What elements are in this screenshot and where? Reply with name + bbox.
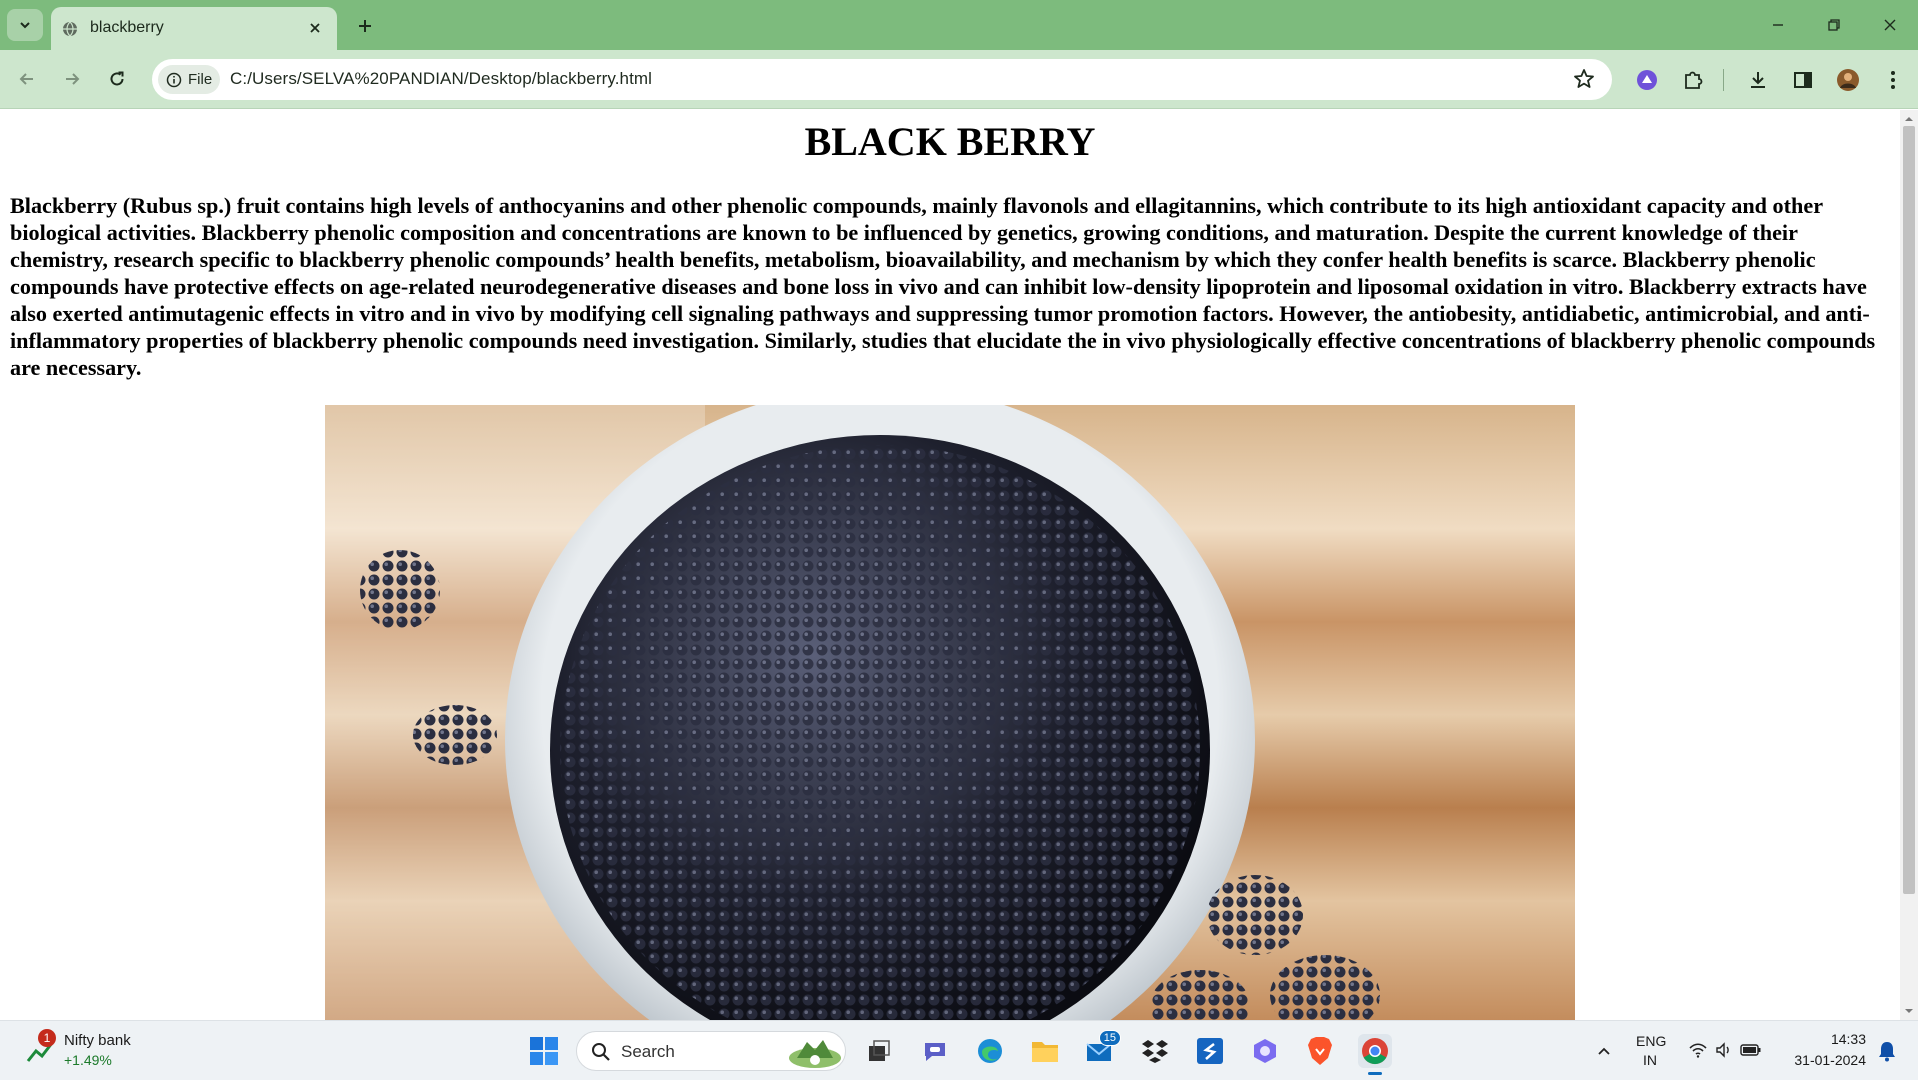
notifications-button[interactable] <box>1872 1034 1902 1068</box>
battery-icon <box>1740 1044 1761 1056</box>
page-viewport: BLACK BERRY Blackberry (Rubus sp.) fruit… <box>0 110 1900 1020</box>
clock-time: 14:33 <box>1830 1031 1866 1047</box>
side-panel-button[interactable] <box>1789 66 1817 94</box>
site-info-chip[interactable]: File <box>158 65 220 94</box>
reload-icon <box>110 71 124 86</box>
close-icon <box>1884 19 1896 31</box>
scroll-down-arrow-icon[interactable] <box>1904 1006 1914 1016</box>
extensions-button[interactable] <box>1679 66 1707 94</box>
copilot-button[interactable] <box>1248 1034 1282 1068</box>
brave-lion-icon <box>1308 1037 1332 1065</box>
plus-icon <box>359 20 371 32</box>
scrollbar-thumb[interactable] <box>1903 126 1915 894</box>
windows-logo-icon <box>530 1037 558 1065</box>
browser-menu-button[interactable] <box>1879 66 1907 94</box>
search-label: Search <box>621 1042 675 1061</box>
stock-widget[interactable]: 1 Nifty bank +1.49% <box>24 1029 184 1071</box>
brave-button[interactable] <box>1303 1034 1337 1068</box>
reload-button[interactable] <box>102 64 132 94</box>
wifi-icon <box>1689 1043 1707 1058</box>
profile-avatar-button[interactable] <box>1834 66 1862 94</box>
arrow-left-icon <box>19 73 33 85</box>
puzzle-icon <box>1685 71 1703 89</box>
file-explorer-button[interactable] <box>1028 1034 1062 1068</box>
language-indicator[interactable]: ENG IN <box>1628 1031 1676 1071</box>
forward-button[interactable] <box>57 64 87 94</box>
restore-icon <box>1828 19 1840 31</box>
restore-button[interactable] <box>1814 8 1854 42</box>
clock-date: 31-01-2024 <box>1794 1052 1866 1068</box>
teams-chat-button[interactable] <box>918 1034 952 1068</box>
mail-button[interactable]: 15 <box>1083 1030 1121 1068</box>
tab-close-button[interactable] <box>303 16 327 40</box>
arrow-right-icon <box>66 73 80 85</box>
address-bar[interactable]: File C:/Users/SELVA%20PANDIAN/Desktop/bl… <box>152 59 1612 100</box>
folder-icon <box>1032 1042 1058 1062</box>
s-app-icon <box>1197 1038 1223 1064</box>
bookmark-star-icon[interactable] <box>1572 67 1596 91</box>
extension-icon-button[interactable] <box>1633 66 1661 94</box>
chrome-icon <box>1362 1038 1388 1065</box>
widget-title: Nifty bank <box>64 1032 131 1049</box>
tab-search-button[interactable] <box>7 9 43 41</box>
copilot-icon <box>1254 1039 1276 1063</box>
windows-taskbar: 1 Nifty bank +1.49% Search 15 ENG IN 14:… <box>0 1020 1918 1080</box>
widget-value: +1.49% <box>64 1052 112 1068</box>
edge-button[interactable] <box>973 1034 1007 1068</box>
chevron-up-icon <box>1598 1047 1610 1055</box>
toolbar-separator <box>1723 69 1724 91</box>
app-s-button[interactable] <box>1193 1034 1227 1068</box>
back-button[interactable] <box>12 64 42 94</box>
system-tray-status[interactable] <box>1688 1039 1768 1063</box>
chevron-down-icon <box>20 22 30 29</box>
clock[interactable]: 14:33 31-01-2024 <box>1778 1029 1872 1073</box>
scroll-up-arrow-icon[interactable] <box>1904 114 1914 124</box>
start-button[interactable] <box>527 1034 561 1068</box>
taskbar-search-box[interactable]: Search <box>576 1031 846 1071</box>
browser-tabstrip: blackberry <box>0 0 1918 50</box>
side-panel-icon <box>1794 72 1812 88</box>
close-icon <box>310 23 320 33</box>
volume-icon <box>1716 1042 1729 1058</box>
blackberry-bowl-photo <box>325 405 1575 1020</box>
file-chip-label: File <box>188 71 213 88</box>
search-highlight-icon <box>789 1040 841 1068</box>
edge-browser-icon <box>978 1039 1002 1063</box>
dropbox-icon <box>1142 1040 1168 1063</box>
page-paragraph: Blackberry (Rubus sp.) fruit contains hi… <box>10 193 1876 380</box>
url-text[interactable]: C:/Users/SELVA%20PANDIAN/Desktop/blackbe… <box>230 69 652 89</box>
language-primary: ENG <box>1636 1033 1667 1049</box>
blackberry-photo-image <box>325 405 1575 1020</box>
extension-shield-icon <box>1637 70 1657 90</box>
chat-icon <box>925 1043 945 1061</box>
language-secondary: IN <box>1643 1052 1657 1068</box>
dropbox-button[interactable] <box>1138 1034 1172 1068</box>
show-hidden-icons-button[interactable] <box>1587 1034 1621 1068</box>
info-icon <box>166 72 182 87</box>
active-app-indicator <box>1368 1072 1382 1075</box>
vertical-scrollbar[interactable] <box>1900 110 1918 1020</box>
mail-badge: 15 <box>1098 1030 1121 1046</box>
close-window-button[interactable] <box>1870 8 1910 42</box>
more-vertical-icon <box>1891 71 1895 89</box>
page-title: BLACK BERRY <box>804 119 1096 164</box>
bell-icon <box>1879 1042 1895 1062</box>
globe-icon <box>63 21 77 37</box>
minimize-button[interactable] <box>1758 8 1798 42</box>
widget-notification-badge: 1 <box>38 1029 56 1047</box>
new-tab-button[interactable] <box>352 13 378 39</box>
minimize-icon <box>1773 24 1783 26</box>
avatar <box>1837 69 1859 91</box>
tab-blackberry[interactable]: blackberry <box>51 7 337 50</box>
browser-toolbar: File C:/Users/SELVA%20PANDIAN/Desktop/bl… <box>0 50 1918 109</box>
download-icon <box>1751 72 1765 88</box>
search-icon <box>592 1043 610 1061</box>
chrome-button[interactable] <box>1358 1034 1392 1075</box>
downloads-button[interactable] <box>1744 66 1772 94</box>
tab-title: blackberry <box>90 19 164 36</box>
task-view-button[interactable] <box>862 1034 896 1068</box>
task-view-icon <box>869 1040 890 1061</box>
